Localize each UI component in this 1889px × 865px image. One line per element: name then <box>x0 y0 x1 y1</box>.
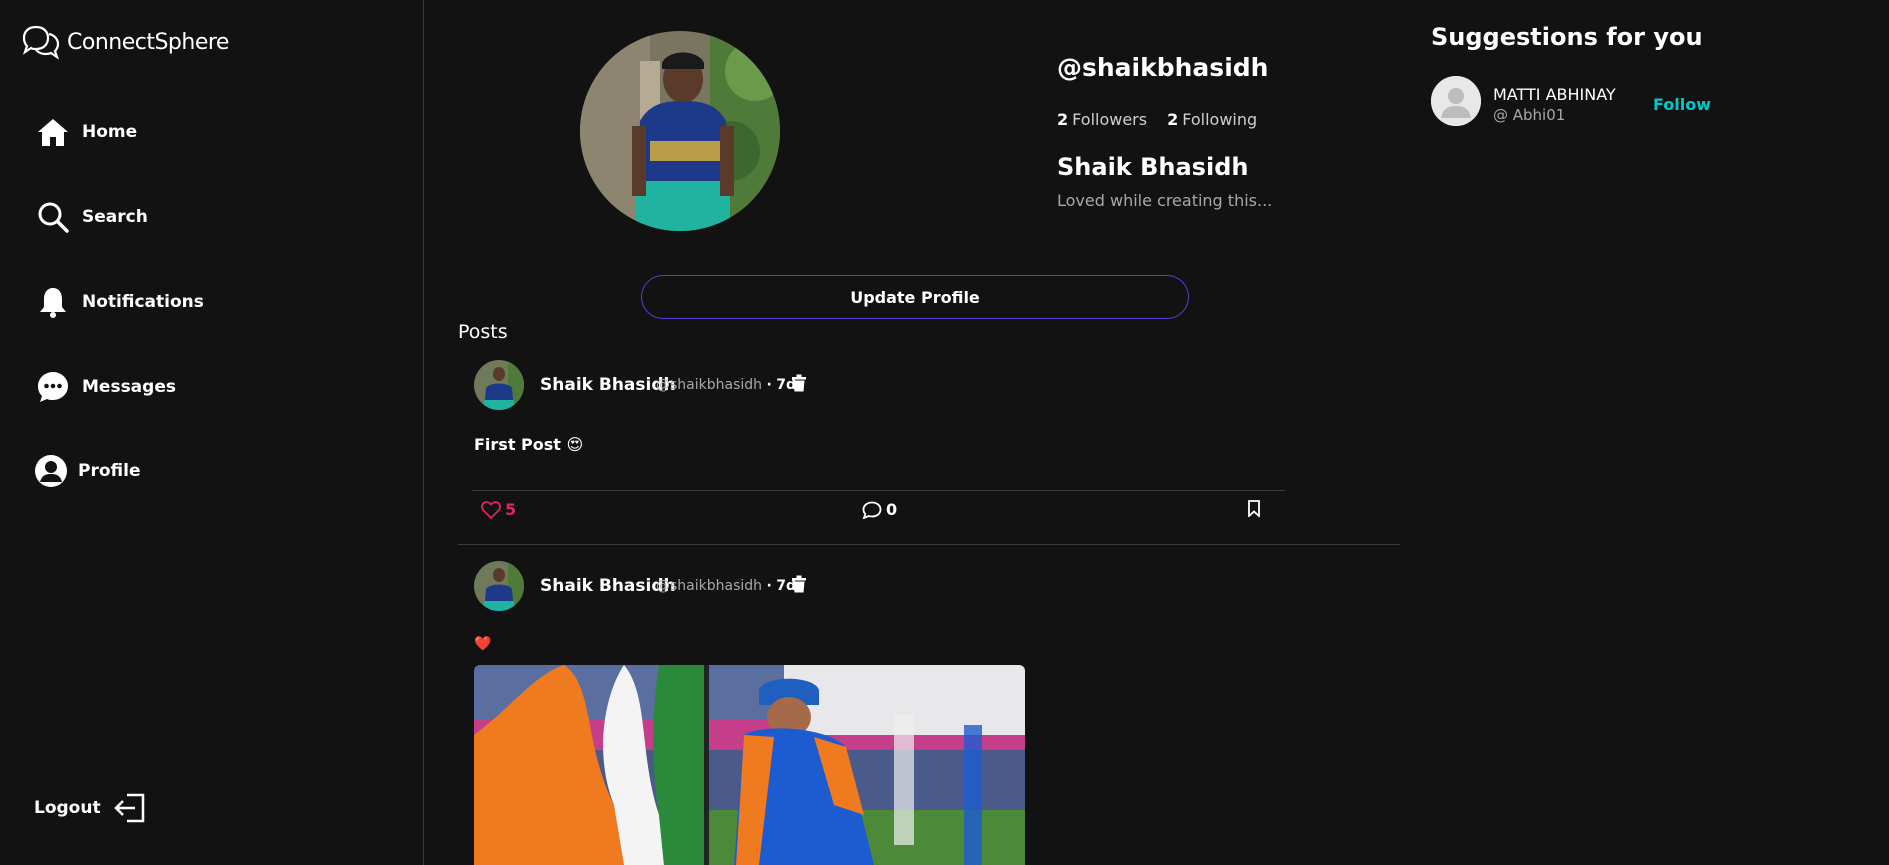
post-author-avatar[interactable] <box>474 360 524 410</box>
logout-button[interactable]: Logout <box>34 792 147 824</box>
post-separator: · <box>766 377 772 393</box>
followers-stat[interactable]: 2 Followers <box>1057 110 1147 129</box>
bell-icon <box>36 285 70 319</box>
like-button[interactable]: 5 <box>481 500 516 519</box>
post-handle-text: @shaikbhasidh <box>656 578 763 594</box>
sidebar-item-messages[interactable]: Messages <box>36 370 176 404</box>
app-name: ConnectSphere <box>67 29 229 55</box>
trash-icon[interactable] <box>791 575 807 593</box>
logout-label: Logout <box>34 798 101 818</box>
post-divider <box>472 490 1285 491</box>
app-logo[interactable]: ConnectSphere <box>20 24 229 60</box>
sidebar-item-label: Messages <box>82 377 176 397</box>
sidebar-item-notifications[interactable]: Notifications <box>36 285 204 319</box>
sidebar-item-label: Profile <box>78 461 141 481</box>
sidebar-item-profile[interactable]: Profile <box>34 454 140 488</box>
follow-stats: 2 Followers 2 Following <box>1057 110 1257 129</box>
search-icon <box>36 200 70 234</box>
following-count: 2 <box>1167 110 1179 129</box>
suggested-user-handle: @ Abhi01 <box>1493 106 1566 124</box>
suggested-user-name[interactable]: MATTI ABHINAY <box>1493 85 1616 104</box>
profile-name: Shaik Bhasidh <box>1057 153 1249 181</box>
chat-bubbles-logo-icon <box>22 25 60 60</box>
bookmark-icon[interactable] <box>1247 500 1261 517</box>
profile-bio: Loved while creating this... <box>1057 191 1273 210</box>
heart-icon <box>481 500 501 519</box>
sidebar: ConnectSphere Home Search Notifications … <box>0 0 424 865</box>
following-label: Following <box>1182 110 1258 129</box>
home-icon <box>36 115 70 149</box>
post-author-avatar[interactable] <box>474 561 524 611</box>
post-separator-line <box>458 544 1400 545</box>
post-text: First Post 😍 <box>474 435 584 454</box>
following-stat[interactable]: 2 Following <box>1167 110 1257 129</box>
post-separator: · <box>766 578 772 594</box>
trash-icon[interactable] <box>791 374 807 392</box>
like-count: 5 <box>505 500 517 519</box>
sidebar-item-search[interactable]: Search <box>36 200 148 234</box>
followers-count: 2 <box>1057 110 1069 129</box>
post-text: ❤️ <box>474 636 492 652</box>
post-author-handle: @shaikbhasidh · 7d <box>656 377 796 393</box>
post-handle-text: @shaikbhasidh <box>656 377 763 393</box>
logout-icon <box>113 793 144 823</box>
post-author-handle: @shaikbhasidh · 7d <box>656 578 796 594</box>
suggestions-panel: Suggestions for you MATTI ABHINAY @ Abhi… <box>1430 0 1889 865</box>
user-icon <box>34 454 68 488</box>
sidebar-item-label: Home <box>82 122 138 142</box>
follow-button[interactable]: Follow <box>1653 95 1711 114</box>
chat-icon <box>36 370 70 404</box>
update-profile-button[interactable]: Update Profile <box>641 275 1189 319</box>
sidebar-item-label: Search <box>82 207 148 227</box>
followers-label: Followers <box>1072 110 1148 129</box>
suggestions-title: Suggestions for you <box>1431 23 1703 51</box>
posts-heading: Posts <box>458 321 508 343</box>
profile-avatar[interactable] <box>580 31 780 231</box>
post-image[interactable] <box>474 665 1025 865</box>
comment-button[interactable]: 0 <box>862 500 897 519</box>
profile-handle: @shaikbhasidh <box>1057 53 1269 82</box>
suggested-user-avatar[interactable] <box>1431 76 1481 126</box>
main-content: @shaikbhasidh 2 Followers 2 Following Shai… <box>425 0 1400 865</box>
comment-icon <box>862 501 882 519</box>
comment-count: 0 <box>886 500 898 519</box>
sidebar-item-label: Notifications <box>82 292 204 312</box>
sidebar-item-home[interactable]: Home <box>36 115 137 149</box>
